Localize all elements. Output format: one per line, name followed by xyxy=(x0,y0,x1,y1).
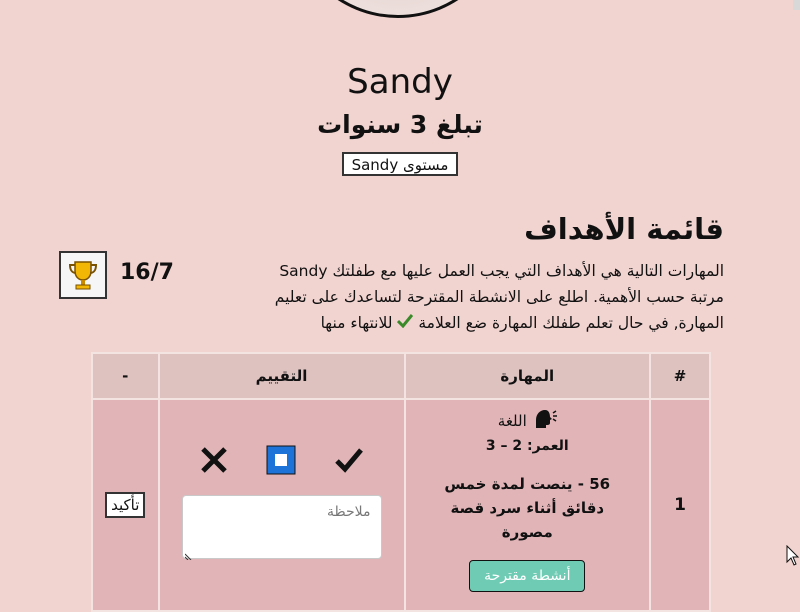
child-age: تبلغ 3 سنوات xyxy=(317,110,483,139)
description-line-3-text: المهارة, في حال تعلم طفلك المهارة ضع الع… xyxy=(418,314,724,332)
goals-title: قائمة الأهداف xyxy=(524,212,724,246)
action-cell: تأكيد xyxy=(91,398,160,612)
skill-goal: 56 - ينصت لمدة خمس دقائق أثناء سرد قصة م… xyxy=(444,475,611,541)
goals-description: المهارات التالية هي الأهداف التي يجب الع… xyxy=(224,258,724,336)
skill-domain-label: اللغة xyxy=(497,412,527,430)
checkmark-icon xyxy=(392,314,414,332)
header-evaluation: التقييم xyxy=(157,352,406,400)
level-button[interactable]: مستوى Sandy xyxy=(342,152,458,176)
description-line-3: المهارة, في حال تعلم طفلك المهارة ضع الع… xyxy=(224,310,724,336)
suggested-activities-button[interactable]: أنشطة مقترحة xyxy=(469,560,586,592)
table-row: 1 اللغة العمر: 2 – 3 56 - ينصت لمدة خمس … xyxy=(91,398,711,612)
check-icon[interactable] xyxy=(334,447,364,473)
note-placeholder: ملاحظة xyxy=(327,504,371,520)
description-line-3-end: للانتهاء منها xyxy=(320,314,393,332)
goals-table: # المهارة التقييم - 1 اللغة العمر: 2 – 3… xyxy=(91,352,711,612)
skill-domain: اللغة xyxy=(407,408,648,434)
score-counter: 16/7 xyxy=(120,260,174,285)
header-skill: المهارة xyxy=(403,352,652,400)
resize-handle-icon[interactable] xyxy=(184,548,193,561)
in-progress-square-icon[interactable] xyxy=(266,445,296,475)
mouse-cursor-icon xyxy=(786,544,800,571)
description-line-1: المهارات التالية هي الأهداف التي يجب الع… xyxy=(279,262,724,280)
avatar xyxy=(288,0,508,18)
description-line-2: مرتبة حسب الأهمية. اطلع على الانشطة المق… xyxy=(274,288,724,306)
close-icon[interactable] xyxy=(200,446,228,474)
note-field[interactable]: ملاحظة xyxy=(181,495,382,561)
evaluation-icons xyxy=(161,445,403,475)
evaluation-cell: ملاحظة xyxy=(157,398,406,612)
child-name: Sandy xyxy=(347,62,453,102)
header-num: # xyxy=(649,352,711,400)
header-action: - xyxy=(91,352,160,400)
skill-cell: اللغة العمر: 2 – 3 56 - ينصت لمدة خمس دق… xyxy=(403,398,652,612)
skill-age: العمر: 2 – 3 xyxy=(485,438,569,454)
speaking-head-icon xyxy=(533,408,557,434)
confirm-button[interactable]: تأكيد xyxy=(105,492,146,518)
row-number: 1 xyxy=(649,398,711,612)
trophy-icon xyxy=(59,251,107,299)
window-edge xyxy=(793,0,800,10)
